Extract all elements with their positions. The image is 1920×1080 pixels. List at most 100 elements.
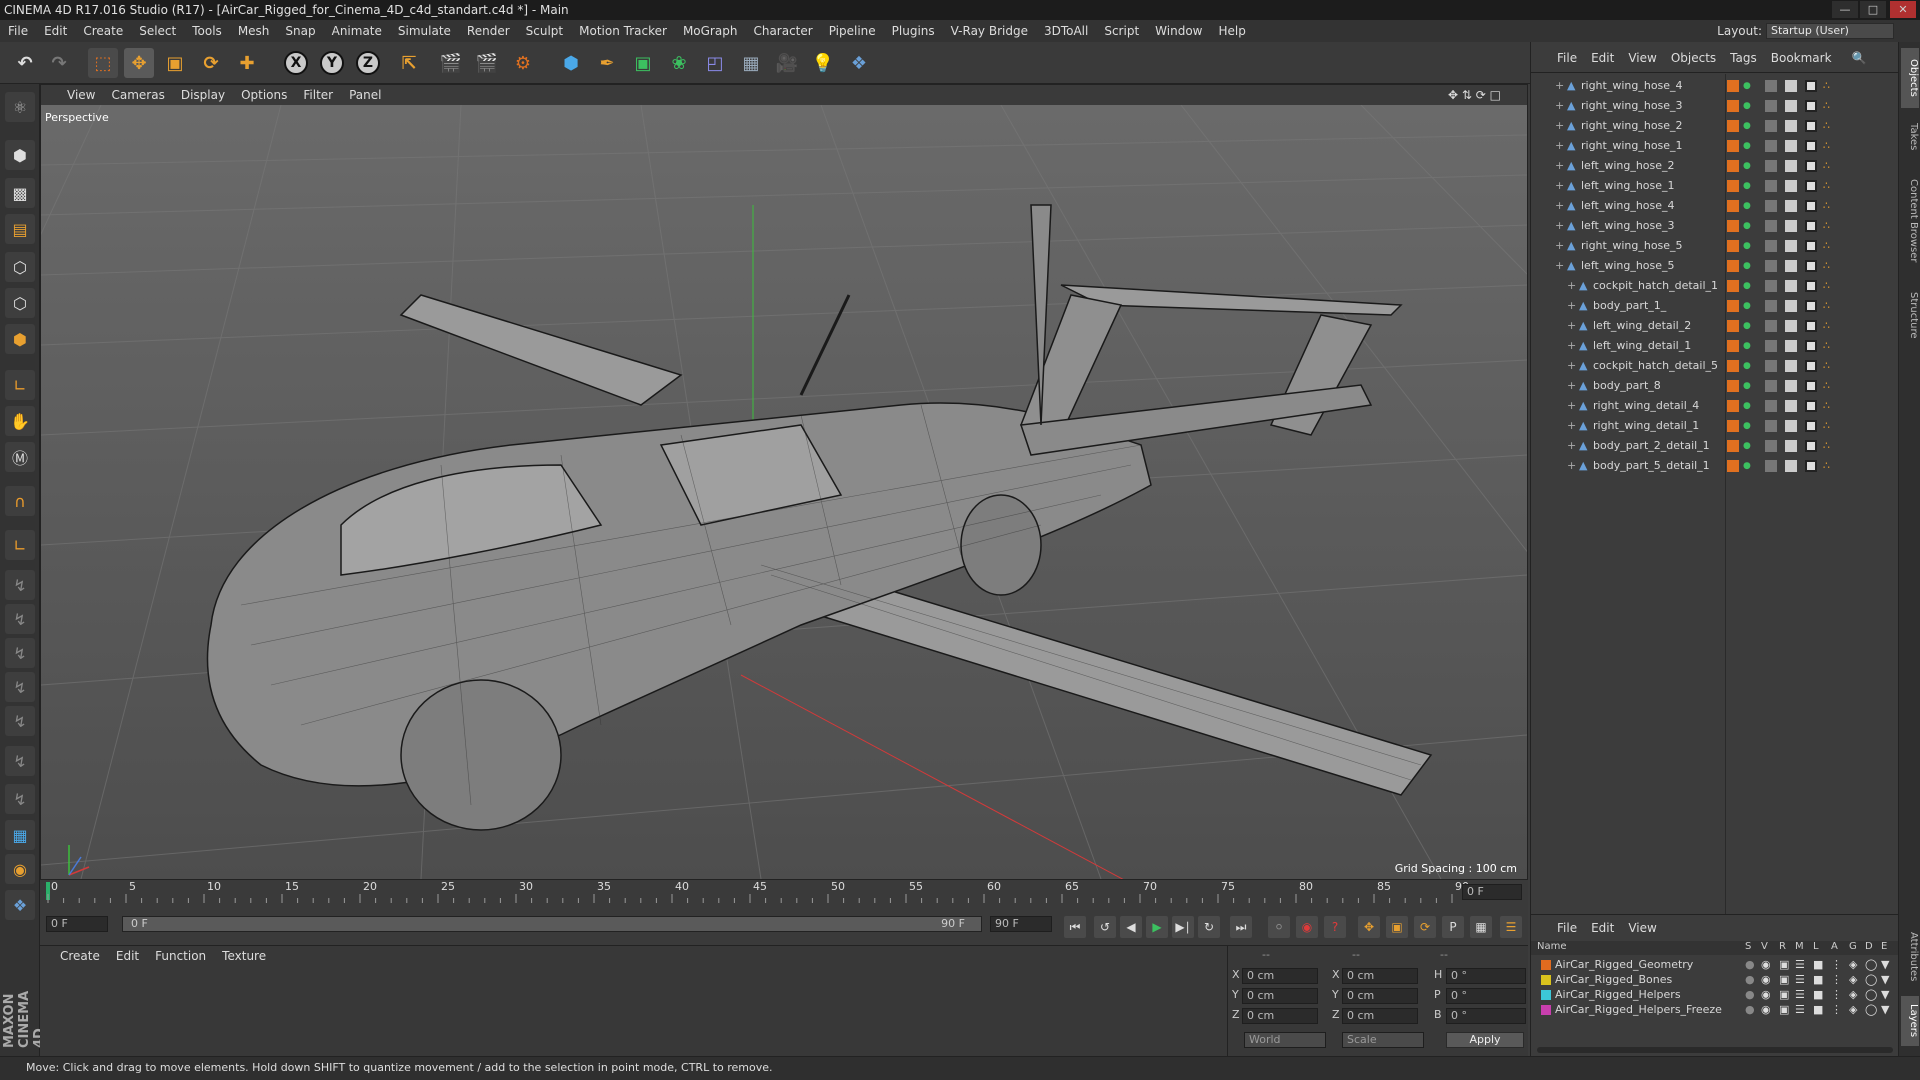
subdivision-surface-icon[interactable]: ▣ [628,48,658,78]
position-y-field[interactable]: 0 cm [1242,988,1318,1004]
layer-color-swatch[interactable] [1727,380,1739,392]
solo-icon[interactable]: ● [1745,972,1755,987]
object-name[interactable]: right_wing_hose_1 [1581,136,1683,156]
menu-motion-tracker[interactable]: Motion Tracker [571,24,675,38]
object-row[interactable]: + ▲ right_wing_hose_3 ● ∴ [1531,96,1899,116]
points-mode-icon[interactable]: ⬡ [5,252,35,282]
rotate-tool-icon[interactable]: ⟳ [196,48,226,78]
render-icon[interactable]: ▣ [1779,957,1789,972]
tag-icon[interactable] [1765,120,1777,132]
keyframe-selection-icon[interactable]: ? [1324,916,1346,938]
visibility-dot-icon[interactable]: ● [1743,216,1751,236]
material-tag-icon[interactable] [1805,180,1817,192]
tag-icon[interactable] [1765,260,1777,272]
material-menu-create[interactable]: Create [60,949,100,963]
layer-color-swatch[interactable] [1727,400,1739,412]
tab-attributes[interactable]: Attributes [1901,922,1919,992]
tag-icon[interactable] [1765,280,1777,292]
tab-content-browser[interactable]: Content Browser [1901,166,1919,276]
object-name[interactable]: left_wing_hose_3 [1581,216,1675,236]
object-menu-view[interactable]: View [1628,51,1656,65]
tag-icon[interactable] [1765,400,1777,412]
menu-snap[interactable]: Snap [277,24,323,38]
object-row[interactable]: + ▲ right_wing_detail_4 ● ∴ [1531,396,1899,416]
visibility-dot-icon[interactable]: ● [1743,376,1751,396]
material-tag-icon[interactable] [1805,300,1817,312]
visibility-dot-icon[interactable]: ● [1743,316,1751,336]
solo-icon[interactable]: ● [1745,987,1755,1002]
sculpt-brush-icon[interactable]: ↯ [5,604,35,634]
polygons-mode-icon[interactable]: ⬢ [5,324,35,354]
menu-mograph[interactable]: MoGraph [675,24,746,38]
size-x-field[interactable]: 0 cm [1342,968,1418,984]
layer-color-swatch[interactable] [1727,140,1739,152]
visibility-dot-icon[interactable]: ● [1743,276,1751,296]
tag-icon[interactable] [1765,340,1777,352]
lock-icon[interactable]: ■ [1813,1002,1823,1017]
constraint-tag-icon[interactable]: ∴ [1823,456,1830,476]
animation-icon[interactable]: ⋮ [1831,987,1842,1002]
object-row[interactable]: + ▲ left_wing_hose_1 ● ∴ [1531,176,1899,196]
sculpt-smooth-icon[interactable]: ↯ [5,672,35,702]
constraint-tag-icon[interactable]: ∴ [1823,296,1830,316]
menu-select[interactable]: Select [131,24,184,38]
layer-name[interactable]: AirCar_Rigged_Geometry [1555,957,1693,972]
layer-color-swatch[interactable] [1727,320,1739,332]
python-script-icon[interactable]: ❖ [5,890,35,920]
layer-name[interactable]: AirCar_Rigged_Bones [1555,972,1672,987]
layer-menu-view[interactable]: View [1628,921,1656,935]
position-z-field[interactable]: 0 cm [1242,1008,1318,1024]
render-view-icon[interactable]: 🎬 [436,48,466,78]
constraint-tag-icon[interactable]: ∴ [1823,236,1830,256]
material-tag-icon[interactable] [1805,80,1817,92]
render-settings-icon[interactable]: ⚙ [508,48,538,78]
texture-tag-icon[interactable] [1785,100,1797,112]
timeline-window-icon[interactable]: ☰ [1500,916,1522,938]
expression-icon[interactable]: ▼ [1881,1002,1889,1017]
viewport-menu-panel[interactable]: Panel [349,88,381,102]
visibility-dot-icon[interactable]: ● [1743,456,1751,476]
menu-simulate[interactable]: Simulate [390,24,459,38]
texture-tag-icon[interactable] [1785,240,1797,252]
object-name[interactable]: left_wing_hose_2 [1581,156,1675,176]
make-editable-icon[interactable]: ⚛ [5,92,35,122]
constraint-tag-icon[interactable]: ∴ [1823,216,1830,236]
material-tag-icon[interactable] [1805,460,1817,472]
light-icon[interactable]: 💡 [808,48,838,78]
visibility-dot-icon[interactable]: ● [1743,296,1751,316]
python-icon[interactable]: ❖ [844,48,874,78]
visibility-dot-icon[interactable]: ● [1743,336,1751,356]
object-row[interactable]: + ▲ right_wing_hose_5 ● ∴ [1531,236,1899,256]
tag-icon[interactable] [1765,320,1777,332]
layer-color-swatch[interactable] [1727,300,1739,312]
material-tag-icon[interactable] [1805,220,1817,232]
layer-color-swatch[interactable] [1727,360,1739,372]
workplane-mode-icon[interactable]: ▤ [5,214,35,244]
expand-icon[interactable]: + [1555,216,1564,236]
live-selection-icon[interactable]: ⬚ [88,48,118,78]
tweak-mode-icon[interactable]: ✋ [5,406,35,436]
object-name[interactable]: cockpit_hatch_detail_1 [1593,276,1718,296]
visibility-dot-icon[interactable]: ● [1743,76,1751,96]
axis-mode-icon[interactable]: ∟ [5,370,35,400]
tag-icon[interactable] [1765,360,1777,372]
object-row[interactable]: + ▲ left_wing_hose_3 ● ∴ [1531,216,1899,236]
material-tag-icon[interactable] [1805,260,1817,272]
tag-icon[interactable] [1765,300,1777,312]
menu-edit[interactable]: Edit [36,24,75,38]
texture-tag-icon[interactable] [1785,400,1797,412]
constraint-tag-icon[interactable]: ∴ [1823,176,1830,196]
lock-icon[interactable]: ■ [1813,987,1823,1002]
layer-name[interactable]: AirCar_Rigged_Helpers_Freeze [1555,1002,1722,1017]
y-axis-lock-button[interactable]: Y [320,51,344,75]
sculpt-inflate-icon[interactable]: ↯ [5,746,35,776]
goto-end-icon[interactable]: ⏭ [1230,916,1252,938]
autokey-icon[interactable]: ◉ [1296,916,1318,938]
object-row[interactable]: + ▲ left_wing_detail_1 ● ∴ [1531,336,1899,356]
animation-icon[interactable]: ⋮ [1831,972,1842,987]
start-frame-field[interactable]: 0 F [46,916,108,932]
texture-tag-icon[interactable] [1785,420,1797,432]
viewport-menu-filter[interactable]: Filter [303,88,333,102]
object-menu-objects[interactable]: Objects [1671,51,1716,65]
layer-color-swatch[interactable] [1541,975,1551,985]
